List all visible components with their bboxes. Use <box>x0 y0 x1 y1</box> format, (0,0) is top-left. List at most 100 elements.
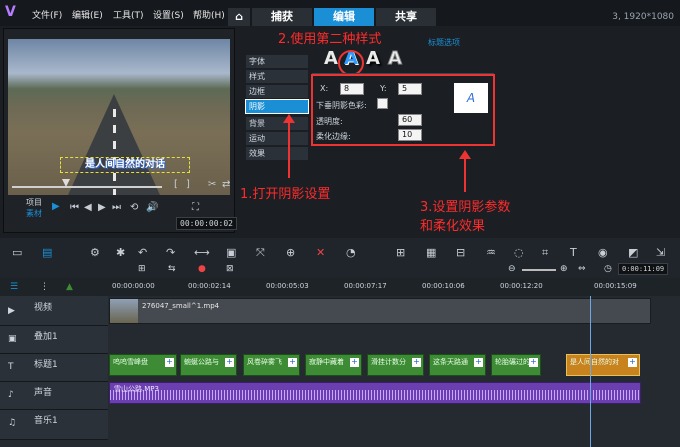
side-item-shadow[interactable]: 阴影 <box>245 99 309 114</box>
tab-capture[interactable]: 捕获 <box>252 8 312 26</box>
title-clip[interactable]: 风卷碎雾飞 + <box>243 354 300 376</box>
video-clip[interactable]: 276047_small^1.mp4 <box>109 298 651 324</box>
side-item-border[interactable]: 边框 <box>246 85 308 98</box>
timeline-ruler[interactable]: ☰ ⋮ ▲ 00:00:00:00 00:00:02:14 00:00:05:0… <box>0 278 680 296</box>
fit-project-icon[interactable]: ⇔ <box>578 264 586 274</box>
side-item-background[interactable]: 背景 <box>246 117 308 130</box>
lens-icon[interactable]: ◉ <box>598 246 608 259</box>
title-clip[interactable]: 呜呜雪峰盘 + <box>109 354 177 376</box>
bracket-in-icon[interactable]: [ <box>174 179 178 190</box>
color-icon[interactable]: ◌ <box>514 246 524 259</box>
add-clip-icon[interactable]: + <box>165 358 174 367</box>
shadow-style-4[interactable]: A <box>388 48 403 70</box>
end-icon[interactable]: ⏭ <box>112 202 121 213</box>
mic-icon[interactable]: ● <box>198 264 206 274</box>
add-clip-icon[interactable]: + <box>350 358 359 367</box>
speed-icon[interactable]: ⊟ <box>456 246 465 259</box>
audio-ducking-icon[interactable]: ♒ <box>486 246 496 259</box>
timeline-timecode[interactable]: 0:00:11:09 <box>618 263 669 275</box>
side-item-motion[interactable]: 运动 <box>246 132 308 145</box>
crop-icon[interactable]: ⌗ <box>542 246 548 260</box>
title-clip[interactable]: 这条天路通 + <box>429 354 486 376</box>
side-item-effects[interactable]: 效果 <box>246 147 308 160</box>
tab-edit[interactable]: 编辑 <box>314 8 374 26</box>
replace-icon[interactable]: ⇆ <box>168 264 176 274</box>
split-screen-icon[interactable]: ⊞ <box>396 246 405 259</box>
menu-settings[interactable]: 设置(S) <box>153 8 184 21</box>
title-clip[interactable]: 寂静中藏着 + <box>305 354 362 376</box>
chapter-icon[interactable]: ⋮ <box>40 282 49 292</box>
volume-icon[interactable]: 🔊 <box>146 202 158 213</box>
export-icon[interactable]: ⇲ <box>656 246 665 259</box>
title-clip[interactable]: 轮胎碾过的 + <box>491 354 541 376</box>
split-icon[interactable]: ⇄ <box>222 179 230 190</box>
zoom-slider[interactable] <box>522 269 556 271</box>
scrub-bar[interactable] <box>12 186 162 188</box>
undo-icon[interactable]: ↶ <box>138 246 147 259</box>
multicam-icon[interactable]: ▦ <box>426 246 436 259</box>
subtitle-text[interactable]: 是人间自然的对话 <box>60 157 190 173</box>
next-frame-icon[interactable]: ▶ <box>98 202 106 213</box>
repeat-icon[interactable]: ⟲ <box>130 202 138 213</box>
title-clip-selected[interactable]: 是人间自然的对 + <box>566 354 640 376</box>
add-clip-icon[interactable]: + <box>529 358 538 367</box>
track-header-voice[interactable]: ♪ 声音 <box>0 382 108 410</box>
add-clip-icon[interactable]: + <box>288 358 297 367</box>
motion-icon[interactable]: ⤧ <box>256 246 265 260</box>
record-icon[interactable]: ✕ <box>316 246 325 259</box>
prev-frame-icon[interactable]: ◀ <box>84 202 92 213</box>
play-icon[interactable]: ▶ <box>52 201 60 212</box>
add-clip-icon[interactable]: + <box>412 358 421 367</box>
camera-icon[interactable]: ◔ <box>346 246 356 259</box>
clock-icon[interactable]: ◷ <box>604 264 612 274</box>
bracket-out-icon[interactable]: ] <box>186 179 190 190</box>
scrub-handle-icon[interactable] <box>62 179 70 187</box>
track-header-video[interactable]: ▶ 视频 <box>0 296 108 326</box>
project-label[interactable]: 项目 <box>26 197 42 208</box>
menu-file[interactable]: 文件(F) <box>32 8 62 21</box>
fit-icon[interactable]: ⟷ <box>194 246 210 259</box>
chart-icon[interactable]: ◩ <box>628 246 638 259</box>
track-header-overlay[interactable]: ▣ 叠加1 <box>0 326 108 354</box>
playhead[interactable] <box>590 296 591 447</box>
tab-share[interactable]: 共享 <box>376 8 436 26</box>
menu-tools[interactable]: 工具(T) <box>113 8 144 21</box>
title-clip[interactable]: 蜿蜒公路与 + <box>180 354 237 376</box>
title-clip[interactable]: 滑挂计数分 + <box>367 354 424 376</box>
zoom-out-icon[interactable]: ⊖ <box>508 264 516 274</box>
side-item-font[interactable]: 字体 <box>246 55 308 68</box>
soft-edge-input[interactable]: 10 <box>398 129 422 141</box>
clip-label[interactable]: 素材 <box>26 208 42 219</box>
storyboard-view-icon[interactable]: ▭ <box>12 246 22 259</box>
menu-edit[interactable]: 编辑(E) <box>72 8 103 21</box>
timeline-view-icon[interactable]: ▤ <box>42 246 52 259</box>
home-icon[interactable]: ⏮ <box>70 202 79 213</box>
preview-timecode[interactable]: 00:00:00:02 <box>176 217 237 230</box>
x-offset-input[interactable]: 8 <box>340 83 364 95</box>
add-clip-icon[interactable]: + <box>225 358 234 367</box>
zoom-in-icon[interactable]: ⊕ <box>560 264 568 274</box>
redo-icon[interactable]: ↷ <box>166 246 175 259</box>
video-preview[interactable]: 是人间自然的对话 <box>8 39 230 195</box>
y-offset-input[interactable]: 5 <box>398 83 422 95</box>
audio-clip[interactable]: 雪山公路.MP3 <box>109 382 641 404</box>
shadow-style-1[interactable]: A <box>324 48 338 69</box>
add-clip-icon[interactable]: + <box>628 358 637 367</box>
mix-icon[interactable]: ⊠ <box>226 264 234 274</box>
menu-help[interactable]: 帮助(H) <box>193 8 225 21</box>
marker-icon[interactable]: ▲ <box>66 282 73 292</box>
track-motion-icon[interactable]: ⊕ <box>286 246 295 259</box>
toolbar-tools-icon[interactable]: ⚙ <box>90 246 100 259</box>
shadow-style-3[interactable]: A <box>366 48 380 69</box>
shadow-color-swatch[interactable] <box>377 98 388 109</box>
enlarge-icon[interactable]: ⛶ <box>192 202 199 213</box>
mask-icon[interactable]: ▣ <box>226 246 236 259</box>
side-item-style[interactable]: 样式 <box>246 70 308 83</box>
track-header-title[interactable]: T 标题1 <box>0 354 108 382</box>
toolbar-magic-icon[interactable]: ✱ <box>116 246 125 259</box>
scissors-icon[interactable]: ✂ <box>208 179 216 190</box>
add-clip-icon[interactable]: + <box>474 358 483 367</box>
add-clip-icon[interactable]: ⊞ <box>138 264 146 274</box>
track-manager-icon[interactable]: ☰ <box>10 282 18 292</box>
tab-home[interactable]: ⌂ <box>228 8 250 26</box>
